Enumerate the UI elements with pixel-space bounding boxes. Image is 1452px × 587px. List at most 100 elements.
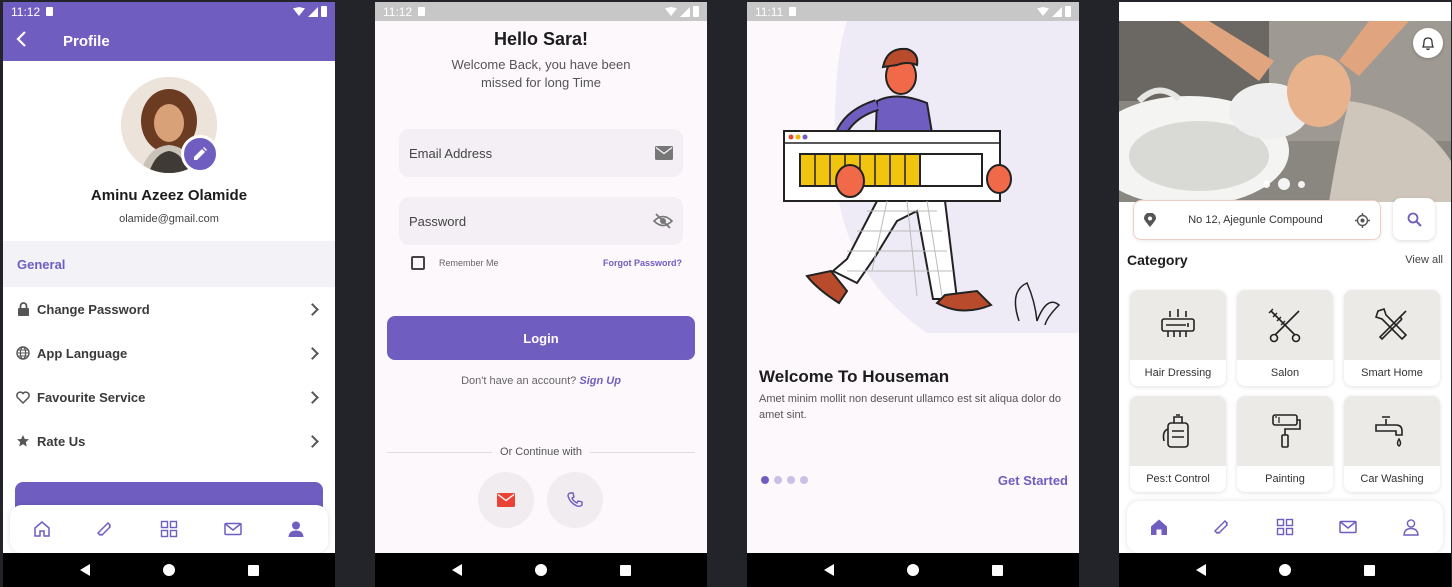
hero-banner-image[interactable] <box>1119 21 1451 202</box>
nav-recents-icon[interactable] <box>247 564 259 576</box>
nav-home-icon[interactable] <box>162 564 175 576</box>
get-started-button[interactable]: Get Started <box>998 473 1068 488</box>
page-indicator <box>761 476 808 484</box>
menu-item-rate-us[interactable]: Rate Us <box>3 419 335 463</box>
tab-home[interactable] <box>1146 514 1172 540</box>
eye-off-icon[interactable] <box>653 213 673 229</box>
category-label: Car Washing <box>1360 473 1424 485</box>
location-field[interactable]: No 12, Ajegunle Compound <box>1133 200 1381 240</box>
scissors-comb-icon <box>1268 308 1301 343</box>
status-time: 11:12 <box>383 4 413 19</box>
page-dot[interactable] <box>761 476 769 484</box>
spray-tank-icon <box>1162 414 1189 448</box>
gps-target-icon[interactable] <box>1355 212 1370 228</box>
category-card-salon[interactable]: Salon <box>1237 290 1333 386</box>
system-nav-bar <box>1119 553 1451 587</box>
nav-recents-icon[interactable] <box>1363 564 1375 576</box>
menu-label: Rate Us <box>37 433 86 449</box>
nav-home-icon[interactable] <box>906 564 919 576</box>
or-divider: Or Continue with <box>387 446 695 458</box>
envelope-icon <box>497 493 515 507</box>
tab-bookings[interactable] <box>1209 514 1235 540</box>
mail-icon <box>223 522 242 536</box>
sign-up-link[interactable]: Sign Up <box>579 375 621 387</box>
edit-avatar-button[interactable] <box>181 135 219 173</box>
search-button[interactable] <box>1393 198 1435 240</box>
lock-icon <box>15 301 31 317</box>
view-all-link[interactable]: View all <box>1405 254 1443 266</box>
nav-back-icon[interactable] <box>451 564 462 576</box>
nav-home-icon[interactable] <box>534 564 547 576</box>
category-card-painting[interactable]: Painting <box>1237 396 1333 492</box>
signal-icon <box>308 6 318 17</box>
ticket-icon <box>97 521 112 537</box>
nav-back-icon[interactable] <box>823 564 834 576</box>
battery-icon <box>321 6 327 17</box>
greeting-subtitle: Welcome Back, you have been missed for l… <box>451 57 631 90</box>
home-icon <box>1150 519 1167 535</box>
menu-label: Change Password <box>37 301 150 317</box>
pencil-icon <box>194 147 207 160</box>
location-text: No 12, Ajegunle Compound <box>1188 214 1323 226</box>
page-dot[interactable] <box>800 476 808 484</box>
menu-item-favourite-service[interactable]: Favourite Service <box>3 375 335 419</box>
tab-categories[interactable] <box>1272 514 1298 540</box>
globe-icon <box>15 345 31 361</box>
forgot-password-link[interactable]: Forgot Password? <box>603 258 682 268</box>
bottom-tab-bar <box>1127 501 1443 553</box>
search-icon <box>1407 212 1422 227</box>
tab-home[interactable] <box>29 516 55 542</box>
phone-login-button[interactable] <box>547 472 603 528</box>
tab-messages[interactable] <box>220 516 246 542</box>
status-time: 11:11 <box>755 4 784 19</box>
sim-icon <box>418 7 426 16</box>
tab-profile[interactable] <box>1398 514 1424 540</box>
wifi-icon <box>665 7 677 16</box>
password-field[interactable]: Password <box>399 197 683 245</box>
category-card-smart-home[interactable]: Smart Home <box>1344 290 1440 386</box>
back-arrow-icon[interactable] <box>15 30 35 53</box>
nav-home-icon[interactable] <box>1278 564 1291 576</box>
signal-icon <box>1052 6 1062 17</box>
nav-back-icon[interactable] <box>79 564 90 576</box>
tab-categories[interactable] <box>156 516 182 542</box>
app-header: Profile <box>3 21 335 61</box>
notification-button[interactable] <box>1413 28 1443 58</box>
menu-item-change-password[interactable]: Change Password <box>3 287 335 331</box>
sim-icon <box>789 7 797 16</box>
paint-roller-icon <box>1272 414 1301 448</box>
banner-dot[interactable] <box>1263 180 1270 188</box>
envelope-icon <box>655 146 673 160</box>
heart-icon <box>15 389 31 405</box>
no-account-text: Don't have an account? <box>461 375 577 387</box>
page-dot[interactable] <box>774 476 782 484</box>
banner-dot[interactable] <box>1298 180 1305 188</box>
user-icon <box>1403 519 1420 536</box>
nav-recents-icon[interactable] <box>991 564 1003 576</box>
remember-me-checkbox[interactable] <box>411 256 425 270</box>
page-dot[interactable] <box>787 476 795 484</box>
nav-back-icon[interactable] <box>1195 564 1206 576</box>
login-button[interactable]: Login <box>387 316 695 360</box>
category-card-car-washing[interactable]: Car Washing <box>1344 396 1440 492</box>
hair-dryer-icon <box>1161 309 1195 337</box>
tab-bookings[interactable] <box>92 516 118 542</box>
remember-me[interactable]: Remember Me <box>411 256 499 270</box>
status-bar: 11:11 <box>747 2 1079 21</box>
onboarding-title: Welcome To Houseman <box>759 367 950 386</box>
email-field[interactable]: Email Address <box>399 129 683 177</box>
banner-dot[interactable] <box>1278 178 1290 190</box>
battery-icon <box>693 6 699 17</box>
onboarding-screen: 11:11 Welcome To Houseman Amet minim mol… <box>747 2 1079 587</box>
tab-profile[interactable] <box>283 516 309 542</box>
wifi-icon <box>1037 7 1049 16</box>
category-card-pest-control[interactable]: Pes:t Control <box>1130 396 1226 492</box>
menu-item-app-language[interactable]: App Language <box>3 331 335 375</box>
password-placeholder: Password <box>409 213 467 229</box>
email-login-button[interactable] <box>478 472 534 528</box>
tab-messages[interactable] <box>1335 514 1361 540</box>
category-card-hair-dressing[interactable]: Hair Dressing <box>1130 290 1226 386</box>
divider-line <box>387 451 493 453</box>
nav-recents-icon[interactable] <box>619 564 631 576</box>
chevron-right-icon <box>306 302 319 316</box>
